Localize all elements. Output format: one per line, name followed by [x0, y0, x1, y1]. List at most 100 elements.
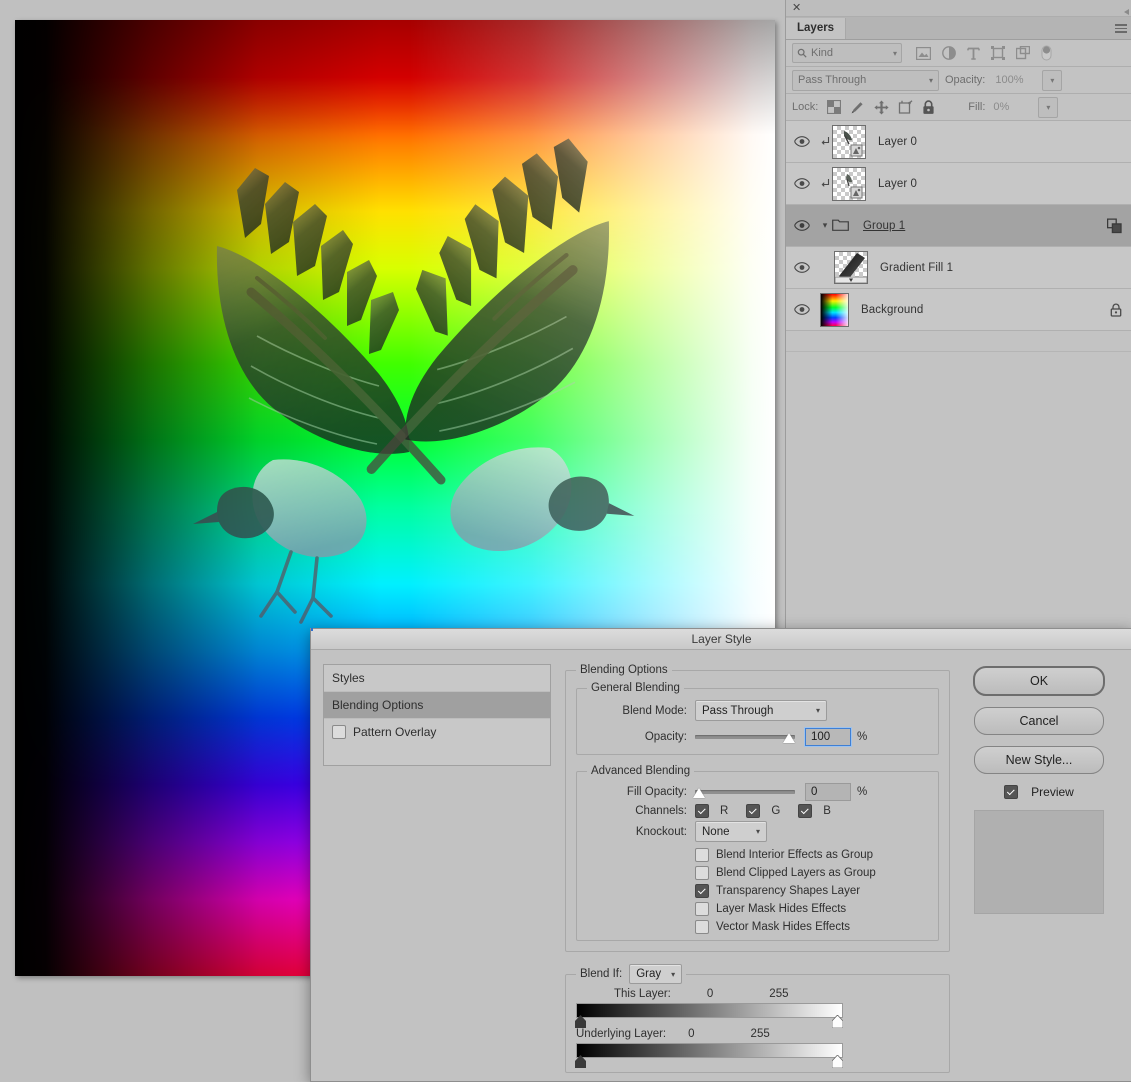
blend-if-legend-wrap: Blend If: Gray ▾: [576, 964, 686, 984]
panel-fill-value[interactable]: 0%: [989, 97, 1035, 117]
layer-thumbnail-content: [846, 173, 863, 198]
this-layer-max[interactable]: 255: [769, 988, 788, 1000]
lock-artboard-nesting-icon[interactable]: [898, 99, 913, 115]
panel-opacity-value[interactable]: 100%: [991, 70, 1037, 90]
this-layer-min[interactable]: 0: [707, 988, 713, 1000]
panel-blend-mode-select[interactable]: Pass Through ▾: [792, 69, 939, 91]
layer-thumbnail[interactable]: [820, 292, 849, 327]
table-row[interactable]: Background: [786, 289, 1131, 331]
layer-style-dialog: Layer Style Styles Blending Options Patt…: [310, 628, 1131, 1082]
blend-interior-effects-row[interactable]: Blend Interior Effects as Group: [695, 848, 928, 862]
layer-visibility-toggle[interactable]: [786, 136, 818, 147]
blend-clipped-layers-row[interactable]: Blend Clipped Layers as Group: [695, 866, 928, 880]
vector-mask-hides-effects-row[interactable]: Vector Mask Hides Effects: [695, 920, 928, 934]
adjustment-filter-icon[interactable]: [942, 46, 956, 60]
layer-visibility-toggle[interactable]: [786, 304, 818, 315]
sidebar-item-label: Styles: [332, 671, 365, 685]
sidebar-item-styles[interactable]: Styles: [324, 665, 550, 692]
knockout-select[interactable]: None ▾: [695, 821, 767, 842]
clipping-mask-icon: [818, 178, 832, 189]
opacity-stepper[interactable]: ▾: [1042, 69, 1063, 91]
table-row[interactable]: Layer 0: [786, 163, 1131, 205]
layer-mask-hides-effects-row[interactable]: Layer Mask Hides Effects: [695, 902, 928, 916]
transparency-shapes-layer-checkbox[interactable]: [695, 884, 709, 898]
layer-visibility-toggle[interactable]: [786, 178, 818, 189]
preview-checkbox[interactable]: [1004, 785, 1019, 799]
channel-b[interactable]: B: [798, 804, 831, 818]
group-disclosure-triangle[interactable]: ▾: [818, 220, 832, 231]
layer-visibility-toggle[interactable]: [786, 262, 818, 273]
layer-name[interactable]: Layer 0: [878, 136, 917, 148]
layer-name[interactable]: Gradient Fill 1: [880, 262, 953, 274]
advanced-blending-group: Advanced Blending Fill Opacity: 0 % Chan…: [576, 765, 939, 941]
shape-filter-icon[interactable]: [991, 46, 1005, 60]
eye-icon: [794, 220, 810, 231]
chevron-down-icon: ▾: [671, 969, 676, 979]
layer-thumbnail[interactable]: [832, 124, 866, 159]
layer-name[interactable]: Layer 0: [878, 178, 917, 190]
underlying-layer-ramp[interactable]: [575, 1043, 844, 1069]
channel-g[interactable]: G: [746, 804, 780, 818]
dialog-title-bar[interactable]: Layer Style: [311, 628, 1131, 650]
blend-clipped-layers-checkbox[interactable]: [695, 866, 709, 880]
smartobject-filter-icon[interactable]: [1016, 46, 1030, 60]
panel-menu-icon[interactable]: [1115, 24, 1127, 34]
underlying-layer-min[interactable]: 0: [688, 1028, 694, 1040]
preview-toggle[interactable]: Preview: [1004, 785, 1074, 799]
table-row[interactable]: Gradient Fill 1: [786, 247, 1131, 289]
ok-button[interactable]: OK: [973, 666, 1105, 696]
cancel-button[interactable]: Cancel: [974, 707, 1104, 735]
filter-kind-select[interactable]: Kind ▾: [792, 43, 902, 63]
layer-name[interactable]: Background: [861, 304, 923, 316]
layer-thumbnail[interactable]: [834, 251, 868, 284]
table-row[interactable]: ▾ Group 1: [786, 205, 1131, 247]
fill-stepper[interactable]: ▾: [1038, 96, 1059, 118]
sidebar-item-label: Pattern Overlay: [353, 725, 437, 739]
blend-clipped-layers-label: Blend Clipped Layers as Group: [716, 867, 876, 879]
vector-mask-hides-effects-checkbox[interactable]: [695, 920, 709, 934]
underlying-layer-black-stop[interactable]: [575, 1055, 586, 1068]
channel-b-checkbox[interactable]: [798, 804, 813, 818]
channel-r[interactable]: R: [695, 804, 728, 818]
this-layer-black-stop[interactable]: [575, 1015, 586, 1028]
lock-transparent-pixels-icon[interactable]: [827, 100, 842, 114]
layer-name[interactable]: Group 1: [863, 220, 905, 232]
pattern-overlay-checkbox[interactable]: [332, 725, 346, 739]
lock-all-icon[interactable]: [922, 99, 935, 115]
layer-thumbnail[interactable]: [832, 166, 866, 201]
filter-toggle-icon[interactable]: [1041, 45, 1052, 61]
opacity-input[interactable]: 100: [805, 728, 851, 746]
tab-layers[interactable]: Layers: [786, 18, 847, 39]
lock-position-icon[interactable]: [874, 100, 889, 115]
underlying-layer-max[interactable]: 255: [751, 1028, 770, 1040]
layer-visibility-toggle[interactable]: [786, 220, 818, 231]
opacity-slider[interactable]: [695, 731, 795, 743]
type-filter-icon[interactable]: [967, 47, 980, 60]
new-style-button[interactable]: New Style...: [974, 746, 1104, 774]
pixel-filter-icon[interactable]: [916, 46, 931, 60]
sidebar-item-blending-options[interactable]: Blending Options: [324, 692, 550, 719]
panel-collapse-icon[interactable]: [1124, 6, 1129, 15]
link-layers-icon[interactable]: [1107, 218, 1122, 233]
this-layer-ramp[interactable]: [575, 1003, 844, 1029]
blend-mode-select[interactable]: Pass Through ▾: [695, 700, 827, 721]
background-thumbnail-content: [821, 293, 848, 326]
lock-image-pixels-icon[interactable]: [850, 100, 865, 115]
this-layer-white-stop[interactable]: [831, 1014, 844, 1029]
blend-interior-effects-checkbox[interactable]: [695, 848, 709, 862]
filter-kind-label: Kind: [811, 47, 834, 59]
underlying-layer-white-stop[interactable]: [831, 1054, 844, 1069]
table-row[interactable]: Layer 0: [786, 121, 1131, 163]
fill-opacity-slider[interactable]: [693, 786, 795, 798]
layer-mask-hides-effects-checkbox[interactable]: [695, 902, 709, 916]
sidebar-item-pattern-overlay[interactable]: Pattern Overlay: [324, 719, 550, 745]
blend-if-channel-select[interactable]: Gray ▾: [629, 964, 683, 984]
general-blending-legend: General Blending: [591, 682, 680, 694]
page-title: Layer Style: [691, 632, 752, 646]
close-icon[interactable]: ✕: [792, 2, 801, 14]
channel-g-checkbox[interactable]: [746, 804, 761, 818]
fill-opacity-input[interactable]: 0: [805, 783, 851, 801]
channel-r-checkbox[interactable]: [695, 804, 709, 818]
eye-icon: [794, 304, 810, 315]
transparency-shapes-layer-row[interactable]: Transparency Shapes Layer: [695, 884, 928, 898]
